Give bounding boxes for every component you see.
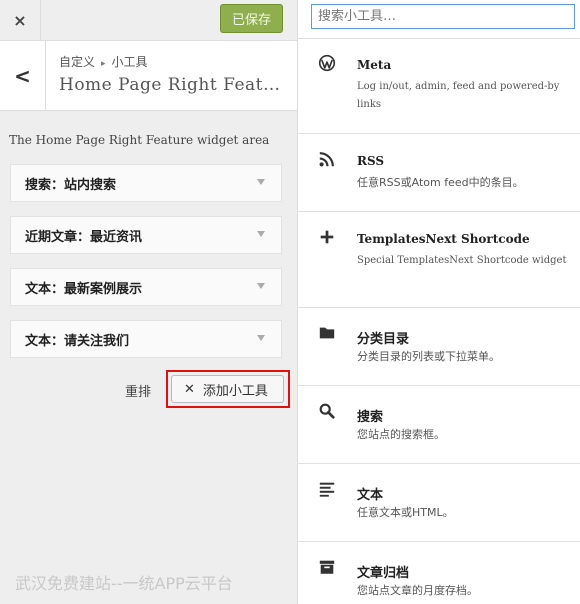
section-header: < 自定义 ▸ 小工具 Home Page Right Feat… [0,41,297,111]
add-close-icon: ✕ [184,381,195,397]
saved-button[interactable]: 已保存 [220,4,283,33]
widget-description: 您站点文章的月度存档。 [357,584,478,597]
widget-title: RSS [357,154,385,168]
archive-icon [319,560,335,574]
widget-search-input[interactable] [311,4,575,29]
breadcrumb: 自定义 ▸ 小工具 [59,53,148,70]
widget-title: 分类目录 [357,332,410,347]
watermark-text: 武汉免费建站--一统APP云平台 [15,574,233,593]
widget-description: 分类目录的列表或下拉菜单。 [357,350,500,363]
breadcrumb-separator-icon: ▸ [101,59,106,69]
search-icon [319,403,335,419]
widget-description: 任意文本或HTML。 [357,506,454,519]
widget-title: 文章归档 [357,566,410,581]
close-icon[interactable]: × [0,0,41,40]
customizer-topbar: × 已保存 [0,0,297,41]
widget-search-bar [298,0,580,39]
widget-item-search[interactable]: 搜索：站内搜索 [10,164,282,202]
breadcrumb-current: 小工具 [111,55,148,69]
plus-icon [320,230,334,244]
customizer-panel: × 已保存 < 自定义 ▸ 小工具 Home Page Right Feat… Th… [0,0,298,604]
available-widget-meta[interactable]: Meta Log in/out, admin, feed and powered… [298,38,580,134]
available-widget-archives[interactable]: 文章归档 您站点文章的月度存档。 [298,542,580,604]
widget-description: Log in/out, admin, feed and powered-by l… [357,81,560,110]
rss-icon [319,152,334,167]
widget-description: 任意RSS或Atom feed中的条目。 [357,176,524,189]
breadcrumb-root: 自定义 [59,55,96,69]
reorder-link[interactable]: 重排 [125,381,151,400]
widget-description: Special TemplatesNext Shortcode widget [357,255,567,266]
available-widget-templatesnext-shortcode[interactable]: TemplatesNext Shortcode Special Template… [298,212,580,308]
expand-arrow-icon[interactable] [257,335,265,341]
widget-area-description: The Home Page Right Feature widget area [9,133,270,147]
widget-title: TemplatesNext Shortcode [357,232,530,246]
section-title: Home Page Right Feat… [59,75,281,95]
expand-arrow-icon[interactable] [257,179,265,185]
available-widgets-panel: Meta Log in/out, admin, feed and powered… [298,0,580,604]
expand-arrow-icon[interactable] [257,283,265,289]
back-icon[interactable]: < [0,41,46,110]
available-widget-text[interactable]: 文本 任意文本或HTML。 [298,464,580,542]
widget-item-recent-posts[interactable]: 近期文章：最近资讯 [10,216,282,254]
widget-description: 您站点的搜索框。 [357,428,445,441]
widget-label: 近期文章：最近资讯 [25,229,143,245]
available-widget-rss[interactable]: RSS 任意RSS或Atom feed中的条目。 [298,134,580,212]
widget-item-text-cases[interactable]: 文本：最新案例展示 [10,268,282,306]
widget-title: 搜索 [357,410,384,425]
widget-label: 文本：最新案例展示 [25,281,143,297]
add-widget-button[interactable]: ✕ 添加小工具 [171,375,284,403]
available-widget-categories[interactable]: 分类目录 分类目录的列表或下拉菜单。 [298,308,580,386]
available-widget-search[interactable]: 搜索 您站点的搜索框。 [298,386,580,464]
widget-item-text-follow[interactable]: 文本：请关注我们 [10,320,282,358]
add-widget-label: 添加小工具 [202,383,268,399]
expand-arrow-icon[interactable] [257,231,265,237]
folder-icon [319,327,335,339]
widget-title: 文本 [357,488,384,503]
widget-label: 搜索：站内搜索 [25,177,117,193]
wordpress-icon [318,54,336,72]
widget-label: 文本：请关注我们 [25,333,130,349]
widget-title: Meta [357,58,392,72]
text-icon [319,482,335,497]
